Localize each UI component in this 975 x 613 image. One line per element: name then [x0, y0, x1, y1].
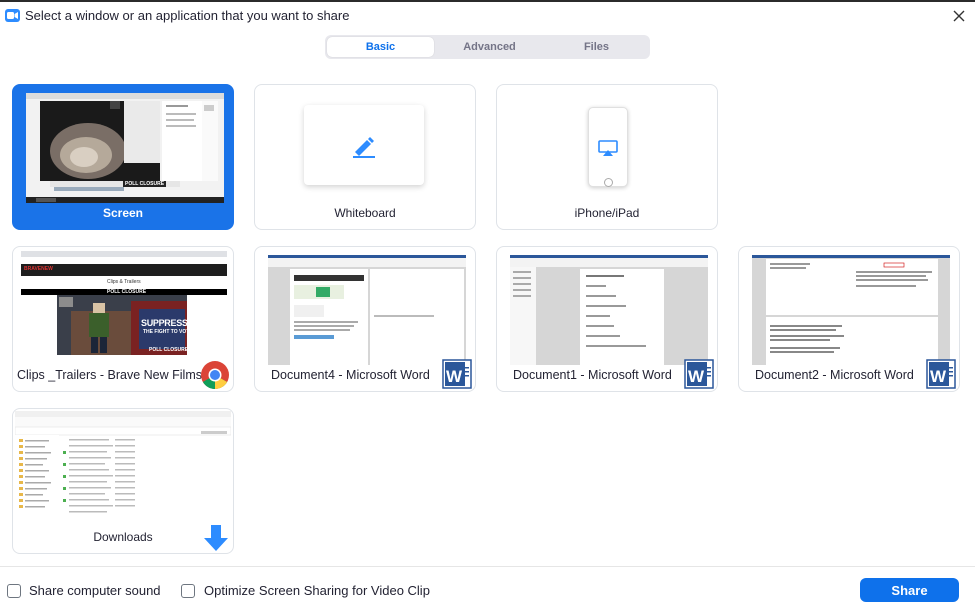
share-tile-chrome-window[interactable]: BRAVENEW Clips & Trailers POLL CLOSURE S…: [12, 246, 234, 392]
svg-text:W: W: [930, 367, 947, 386]
close-icon[interactable]: [950, 7, 968, 25]
tile-label-downloads: Downloads: [93, 530, 153, 544]
zoom-app-icon: [5, 9, 20, 22]
chrome-icon: [201, 361, 229, 389]
share-tile-document1[interactable]: Document1 - Microsoft Word W: [496, 246, 718, 392]
chrome-thumb-overlay1: SUPPRESSED: [141, 318, 200, 328]
whiteboard-card: [304, 105, 424, 185]
optimize-video-label[interactable]: Optimize Screen Sharing for Video Clip: [204, 583, 430, 598]
screen-thumb-banner: POLL CLOSURE: [123, 181, 167, 187]
share-tile-document2[interactable]: Document2 - Microsoft Word W: [738, 246, 960, 392]
tile-label-whiteboard: Whiteboard: [334, 206, 396, 220]
footer-bar: Share computer sound Optimize Screen Sha…: [0, 566, 975, 613]
phone-graphic: [588, 107, 628, 187]
share-mode-tabs: Basic Advanced Files: [325, 35, 650, 59]
optimize-video-checkbox[interactable]: [181, 584, 195, 598]
tab-advanced[interactable]: Advanced: [436, 35, 543, 59]
home-button-icon: [604, 178, 613, 187]
share-computer-sound-checkbox[interactable]: [7, 584, 21, 598]
chrome-window-thumbnail: BRAVENEW Clips & Trailers POLL CLOSURE S…: [21, 251, 227, 355]
tab-files[interactable]: Files: [543, 35, 650, 59]
word-icon: W: [442, 359, 472, 389]
download-arrow-icon: [204, 525, 228, 551]
share-tile-document4[interactable]: Document4 - Microsoft Word W: [254, 246, 476, 392]
chrome-thumb-brand: BRAVENEW: [24, 266, 53, 272]
word-icon: W: [684, 359, 714, 389]
share-tile-screen[interactable]: POLL CLOSURE Screen: [12, 84, 234, 230]
chrome-thumb-overlay3: POLL CLOSURE: [149, 347, 189, 353]
chrome-thumb-banner: POLL CLOSURE: [107, 289, 147, 295]
tile-label-iphone-ipad: iPhone/iPad: [574, 206, 640, 220]
pen-icon: [353, 137, 375, 158]
airplay-icon: [598, 140, 618, 156]
title-bar: Select a window or an application that y…: [0, 2, 975, 28]
chrome-thumb-overlay2: THE FIGHT TO VOTE: [143, 329, 193, 335]
window-title: Select a window or an application that y…: [25, 8, 350, 23]
document2-thumbnail: [752, 255, 950, 365]
downloads-thumbnail: [15, 411, 231, 523]
tile-label-screen: Screen: [102, 206, 144, 220]
share-tile-whiteboard[interactable]: Whiteboard: [254, 84, 476, 230]
share-tile-downloads[interactable]: Downloads: [12, 408, 234, 554]
document4-thumbnail: [268, 255, 466, 365]
share-button[interactable]: Share: [860, 578, 959, 602]
screen-thumbnail: POLL CLOSURE: [26, 93, 224, 203]
tab-basic[interactable]: Basic: [327, 37, 434, 57]
share-tile-iphone-ipad[interactable]: iPhone/iPad: [496, 84, 718, 230]
svg-text:W: W: [446, 367, 463, 386]
share-computer-sound-label[interactable]: Share computer sound: [29, 583, 161, 598]
chrome-thumb-heading: Clips & Trailers: [107, 279, 141, 285]
word-icon: W: [926, 359, 956, 389]
svg-text:W: W: [688, 367, 705, 386]
document1-thumbnail: [510, 255, 708, 365]
